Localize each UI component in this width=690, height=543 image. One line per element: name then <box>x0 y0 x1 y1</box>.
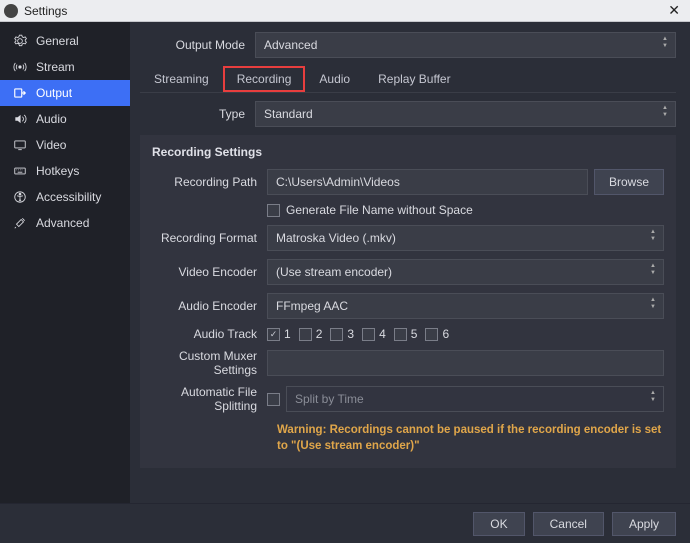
audio-track-group: ✓ 1 2 3 4 5 6 <box>267 327 664 341</box>
display-icon <box>12 138 28 152</box>
recording-path-label: Recording Path <box>152 175 267 189</box>
recording-path-input[interactable]: C:\Users\Admin\Videos <box>267 169 588 195</box>
type-select[interactable]: Standard ▲▼ <box>255 101 676 127</box>
gen-filename-checkbox[interactable] <box>267 204 280 217</box>
auto-split-select[interactable]: Split by Time ▲▼ <box>286 386 664 412</box>
apply-button[interactable]: Apply <box>612 512 676 536</box>
custom-muxer-input[interactable] <box>267 350 664 376</box>
sidebar-item-general[interactable]: General <box>0 28 130 54</box>
spinner-icon: ▲▼ <box>647 297 659 310</box>
speaker-icon <box>12 112 28 126</box>
track-label: 6 <box>442 327 449 341</box>
cancel-button[interactable]: Cancel <box>533 512 604 536</box>
tab-audio[interactable]: Audio <box>305 66 364 92</box>
gen-filename-label: Generate File Name without Space <box>286 203 473 217</box>
audio-encoder-select[interactable]: FFmpeg AAC ▲▼ <box>267 293 664 319</box>
track-label: 2 <box>316 327 323 341</box>
broadcast-icon <box>12 60 28 74</box>
keyboard-icon <box>12 164 28 178</box>
sidebar: General Stream Output Audio Video Hotkey… <box>0 22 130 503</box>
track-label: 4 <box>379 327 386 341</box>
spinner-icon: ▲▼ <box>659 105 671 118</box>
track-1-checkbox[interactable]: ✓ <box>267 328 280 341</box>
auto-split-label: Automatic File Splitting <box>152 385 267 413</box>
auto-split-value: Split by Time <box>295 392 364 406</box>
output-mode-value: Advanced <box>264 38 317 52</box>
recording-format-label: Recording Format <box>152 231 267 245</box>
app-icon <box>4 4 18 18</box>
sidebar-item-output[interactable]: Output <box>0 80 130 106</box>
track-2-checkbox[interactable] <box>299 328 312 341</box>
type-label: Type <box>140 107 255 121</box>
warning-text: Warning: Recordings cannot be paused if … <box>277 423 664 454</box>
tabs: Streaming Recording Audio Replay Buffer <box>140 66 676 93</box>
recording-format-value: Matroska Video (.mkv) <box>276 231 396 245</box>
accessibility-icon <box>12 190 28 204</box>
sidebar-item-label: General <box>36 34 79 48</box>
tools-icon <box>12 216 28 230</box>
auto-split-checkbox[interactable] <box>267 393 280 406</box>
video-encoder-select[interactable]: (Use stream encoder) ▲▼ <box>267 259 664 285</box>
browse-button[interactable]: Browse <box>594 169 664 195</box>
output-icon <box>12 86 28 100</box>
sidebar-item-hotkeys[interactable]: Hotkeys <box>0 158 130 184</box>
audio-encoder-value: FFmpeg AAC <box>276 299 348 313</box>
sidebar-item-video[interactable]: Video <box>0 132 130 158</box>
spinner-icon: ▲▼ <box>647 229 659 242</box>
sidebar-item-label: Audio <box>36 112 67 126</box>
track-5-checkbox[interactable] <box>394 328 407 341</box>
sidebar-item-stream[interactable]: Stream <box>0 54 130 80</box>
spinner-icon: ▲▼ <box>659 36 671 49</box>
video-encoder-label: Video Encoder <box>152 265 267 279</box>
type-value: Standard <box>264 107 313 121</box>
audio-track-label: Audio Track <box>152 327 267 341</box>
tab-streaming[interactable]: Streaming <box>140 66 223 92</box>
window-title: Settings <box>24 4 662 18</box>
sidebar-item-label: Output <box>36 86 72 100</box>
close-icon[interactable]: ✕ <box>662 2 686 19</box>
video-encoder-value: (Use stream encoder) <box>276 265 392 279</box>
recording-path-value: C:\Users\Admin\Videos <box>276 175 400 189</box>
sidebar-item-label: Accessibility <box>36 190 101 204</box>
track-label: 1 <box>284 327 291 341</box>
content: Output Mode Advanced ▲▼ Streaming Record… <box>130 22 690 503</box>
sidebar-item-label: Advanced <box>36 216 89 230</box>
track-3-checkbox[interactable] <box>330 328 343 341</box>
ok-button[interactable]: OK <box>473 512 524 536</box>
tab-replay-buffer[interactable]: Replay Buffer <box>364 66 465 92</box>
track-label: 5 <box>411 327 418 341</box>
track-label: 3 <box>347 327 354 341</box>
sidebar-item-advanced[interactable]: Advanced <box>0 210 130 236</box>
sidebar-item-label: Stream <box>36 60 75 74</box>
panel-title: Recording Settings <box>152 145 664 159</box>
titlebar: Settings ✕ <box>0 0 690 22</box>
recording-format-select[interactable]: Matroska Video (.mkv) ▲▼ <box>267 225 664 251</box>
spinner-icon: ▲▼ <box>647 263 659 276</box>
custom-muxer-label: Custom Muxer Settings <box>152 349 267 377</box>
sidebar-item-label: Hotkeys <box>36 164 79 178</box>
output-mode-select[interactable]: Advanced ▲▼ <box>255 32 676 58</box>
track-4-checkbox[interactable] <box>362 328 375 341</box>
footer: OK Cancel Apply <box>0 503 690 543</box>
track-6-checkbox[interactable] <box>425 328 438 341</box>
sidebar-item-accessibility[interactable]: Accessibility <box>0 184 130 210</box>
output-mode-label: Output Mode <box>140 38 255 52</box>
spinner-icon: ▲▼ <box>647 390 659 403</box>
tab-recording[interactable]: Recording <box>223 66 306 92</box>
sidebar-item-label: Video <box>36 138 66 152</box>
recording-settings-panel: Recording Settings Recording Path C:\Use… <box>140 135 676 468</box>
sidebar-item-audio[interactable]: Audio <box>0 106 130 132</box>
gear-icon <box>12 34 28 48</box>
audio-encoder-label: Audio Encoder <box>152 299 267 313</box>
